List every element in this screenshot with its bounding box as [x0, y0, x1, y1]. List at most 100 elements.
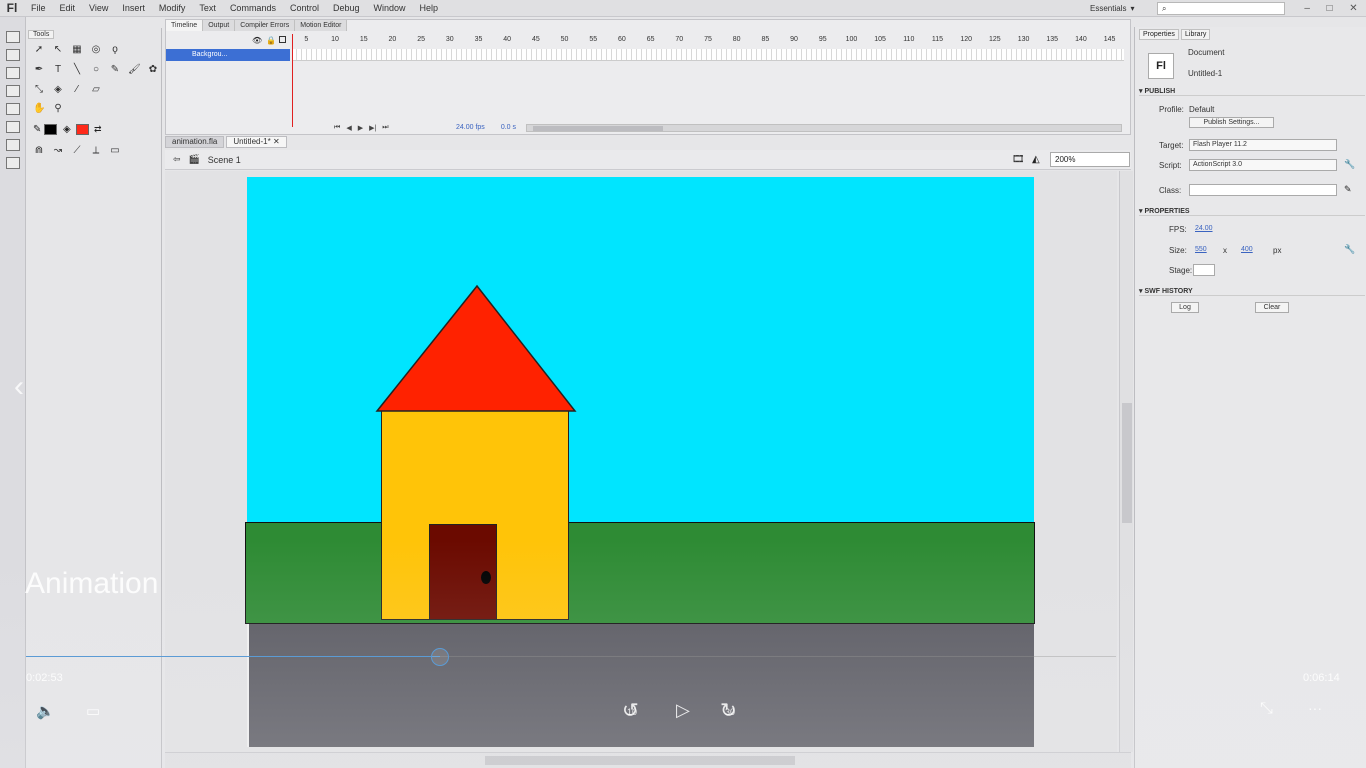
tab-untitled[interactable]: Untitled-1* ✕: [226, 136, 287, 148]
pencil-icon[interactable]: ✎: [1344, 184, 1352, 195]
edit-symbols-icon[interactable]: ◭: [1032, 154, 1040, 165]
pencil-tool-icon[interactable]: ✎: [109, 64, 121, 76]
last-frame-icon[interactable]: ⏭: [382, 124, 388, 132]
fill-color-swatch[interactable]: [76, 124, 89, 135]
forward-icon[interactable]: ↻ 30: [720, 698, 737, 723]
captions-icon[interactable]: ▭: [86, 702, 100, 720]
tab-properties[interactable]: Properties: [1139, 29, 1179, 40]
brush-tool-icon[interactable]: 🖌: [128, 64, 141, 76]
smooth-icon[interactable]: ↝: [52, 145, 64, 157]
layer-name[interactable]: Backgrou...: [192, 51, 227, 58]
swap-colors-icon[interactable]: ⇄: [94, 124, 102, 135]
house-roof[interactable]: [375, 284, 577, 412]
zoom-tool-icon[interactable]: ⚲: [52, 103, 64, 115]
rewind-icon[interactable]: ↺ 10: [622, 698, 639, 723]
brush-size-icon[interactable]: ▭: [109, 145, 121, 157]
wrench-icon[interactable]: 🔧: [1344, 244, 1355, 255]
close-icon[interactable]: ✕: [273, 137, 280, 146]
step-forward-icon[interactable]: ▶|: [369, 124, 376, 132]
target-select[interactable]: Flash Player 11.2: [1189, 139, 1337, 151]
tab-motion-editor[interactable]: Motion Editor: [295, 20, 348, 31]
motion-presets-panel-icon[interactable]: [5, 139, 20, 151]
stroke-color-icon[interactable]: ✎: [33, 124, 41, 135]
minimize-button[interactable]: –: [1304, 3, 1310, 14]
fullscreen-icon[interactable]: ⤡: [1260, 700, 1273, 718]
color-panel-icon[interactable]: [5, 85, 20, 97]
line-tool-icon[interactable]: ╲: [71, 64, 83, 76]
play-icon[interactable]: ▶: [358, 124, 363, 132]
frame-ruler[interactable]: 5 10 15 20 25 30 35 40 45 50 55 60 65 70…: [292, 36, 1124, 47]
menu-insert[interactable]: Insert: [115, 3, 152, 13]
menu-help[interactable]: Help: [413, 3, 446, 13]
hand-tool-icon[interactable]: ✋: [33, 103, 45, 115]
snap-to-objects-icon[interactable]: ⋒: [33, 145, 45, 157]
house-door[interactable]: [429, 524, 497, 620]
timeline-scrollbar[interactable]: [526, 124, 1122, 132]
lasso-tool-icon[interactable]: ϙ: [109, 44, 121, 56]
tab-animation-fla[interactable]: animation.fla: [165, 136, 225, 148]
tab-output[interactable]: Output: [203, 20, 236, 31]
selection-tool-icon[interactable]: ➚: [33, 44, 45, 56]
zoom-select[interactable]: 200%: [1050, 152, 1130, 167]
stroke-color-swatch[interactable]: [44, 124, 57, 135]
step-back-icon[interactable]: ◀: [346, 124, 351, 132]
align-panel-icon[interactable]: [5, 49, 20, 61]
scene-label[interactable]: Scene 1: [208, 155, 241, 165]
eraser-tool-icon[interactable]: ▱: [90, 84, 102, 96]
straighten-icon[interactable]: ⟋: [71, 145, 83, 157]
menu-view[interactable]: View: [82, 3, 115, 13]
publish-section[interactable]: ▾ PUBLISH: [1139, 87, 1365, 96]
tab-timeline[interactable]: Timeline: [166, 20, 204, 31]
eyedropper-tool-icon[interactable]: ⁄: [71, 84, 83, 96]
menu-edit[interactable]: Edit: [53, 3, 83, 13]
vertical-scrollbar[interactable]: [1119, 171, 1133, 752]
time-readout[interactable]: 0.0 s: [501, 124, 516, 131]
subselection-tool-icon[interactable]: ↖: [52, 44, 64, 56]
stage-area[interactable]: [165, 171, 1117, 752]
tab-library[interactable]: Library: [1181, 29, 1211, 40]
deco-tool-icon[interactable]: ✿: [147, 64, 159, 76]
code-snippets-panel-icon[interactable]: [5, 157, 20, 169]
seek-thumb[interactable]: [431, 648, 449, 666]
width-value[interactable]: 550: [1195, 246, 1207, 253]
menu-modify[interactable]: Modify: [152, 3, 193, 13]
ground-rect[interactable]: [245, 522, 1035, 624]
fill-color-icon[interactable]: ◈: [63, 124, 71, 135]
brush-mode-icon[interactable]: ⟂: [90, 145, 102, 157]
chevron-left-icon[interactable]: ‹: [14, 370, 24, 404]
scroll-thumb[interactable]: [533, 126, 663, 131]
script-select[interactable]: ActionScript 3.0: [1189, 159, 1337, 171]
oval-tool-icon[interactable]: ○: [90, 64, 102, 76]
text-tool-icon[interactable]: T: [52, 64, 64, 76]
playhead[interactable]: [292, 34, 293, 127]
stage[interactable]: [245, 177, 1035, 747]
maximize-button[interactable]: □: [1327, 3, 1333, 14]
layer-row[interactable]: Backgrou...: [166, 49, 290, 61]
search-input[interactable]: ⌕: [1157, 2, 1285, 15]
swf-history-section[interactable]: ▾ SWF HISTORY: [1139, 287, 1365, 296]
bone-tool-icon[interactable]: ⤡: [33, 84, 45, 96]
properties-section[interactable]: ▾ PROPERTIES: [1139, 207, 1365, 216]
scroll-thumb[interactable]: [1122, 403, 1132, 523]
tools-tab[interactable]: Tools: [28, 30, 55, 39]
swatches-panel-icon[interactable]: [5, 103, 20, 115]
tab-compiler-errors[interactable]: Compiler Errors: [235, 20, 296, 31]
log-button[interactable]: Log: [1171, 302, 1199, 313]
more-options-icon[interactable]: ···: [1308, 700, 1322, 716]
free-transform-tool-icon[interactable]: ▦: [71, 44, 83, 56]
fps-readout[interactable]: 24.00 fps: [456, 124, 485, 131]
close-button[interactable]: ✕: [1349, 3, 1357, 14]
menu-text[interactable]: Text: [192, 3, 223, 13]
clear-button[interactable]: Clear: [1255, 302, 1289, 313]
paint-bucket-tool-icon[interactable]: ◈: [52, 84, 64, 96]
components-panel-icon[interactable]: [5, 121, 20, 133]
menu-commands[interactable]: Commands: [223, 3, 283, 13]
lock-icon[interactable]: 🔒: [266, 36, 276, 45]
height-value[interactable]: 400: [1241, 246, 1253, 253]
edit-scene-icon[interactable]: 🎞: [1012, 154, 1025, 165]
class-input[interactable]: [1189, 184, 1337, 196]
horizontal-scrollbar[interactable]: [165, 752, 1131, 768]
volume-icon[interactable]: 🔈: [36, 702, 55, 720]
menu-debug[interactable]: Debug: [326, 3, 367, 13]
transform-panel-icon[interactable]: [5, 31, 20, 43]
